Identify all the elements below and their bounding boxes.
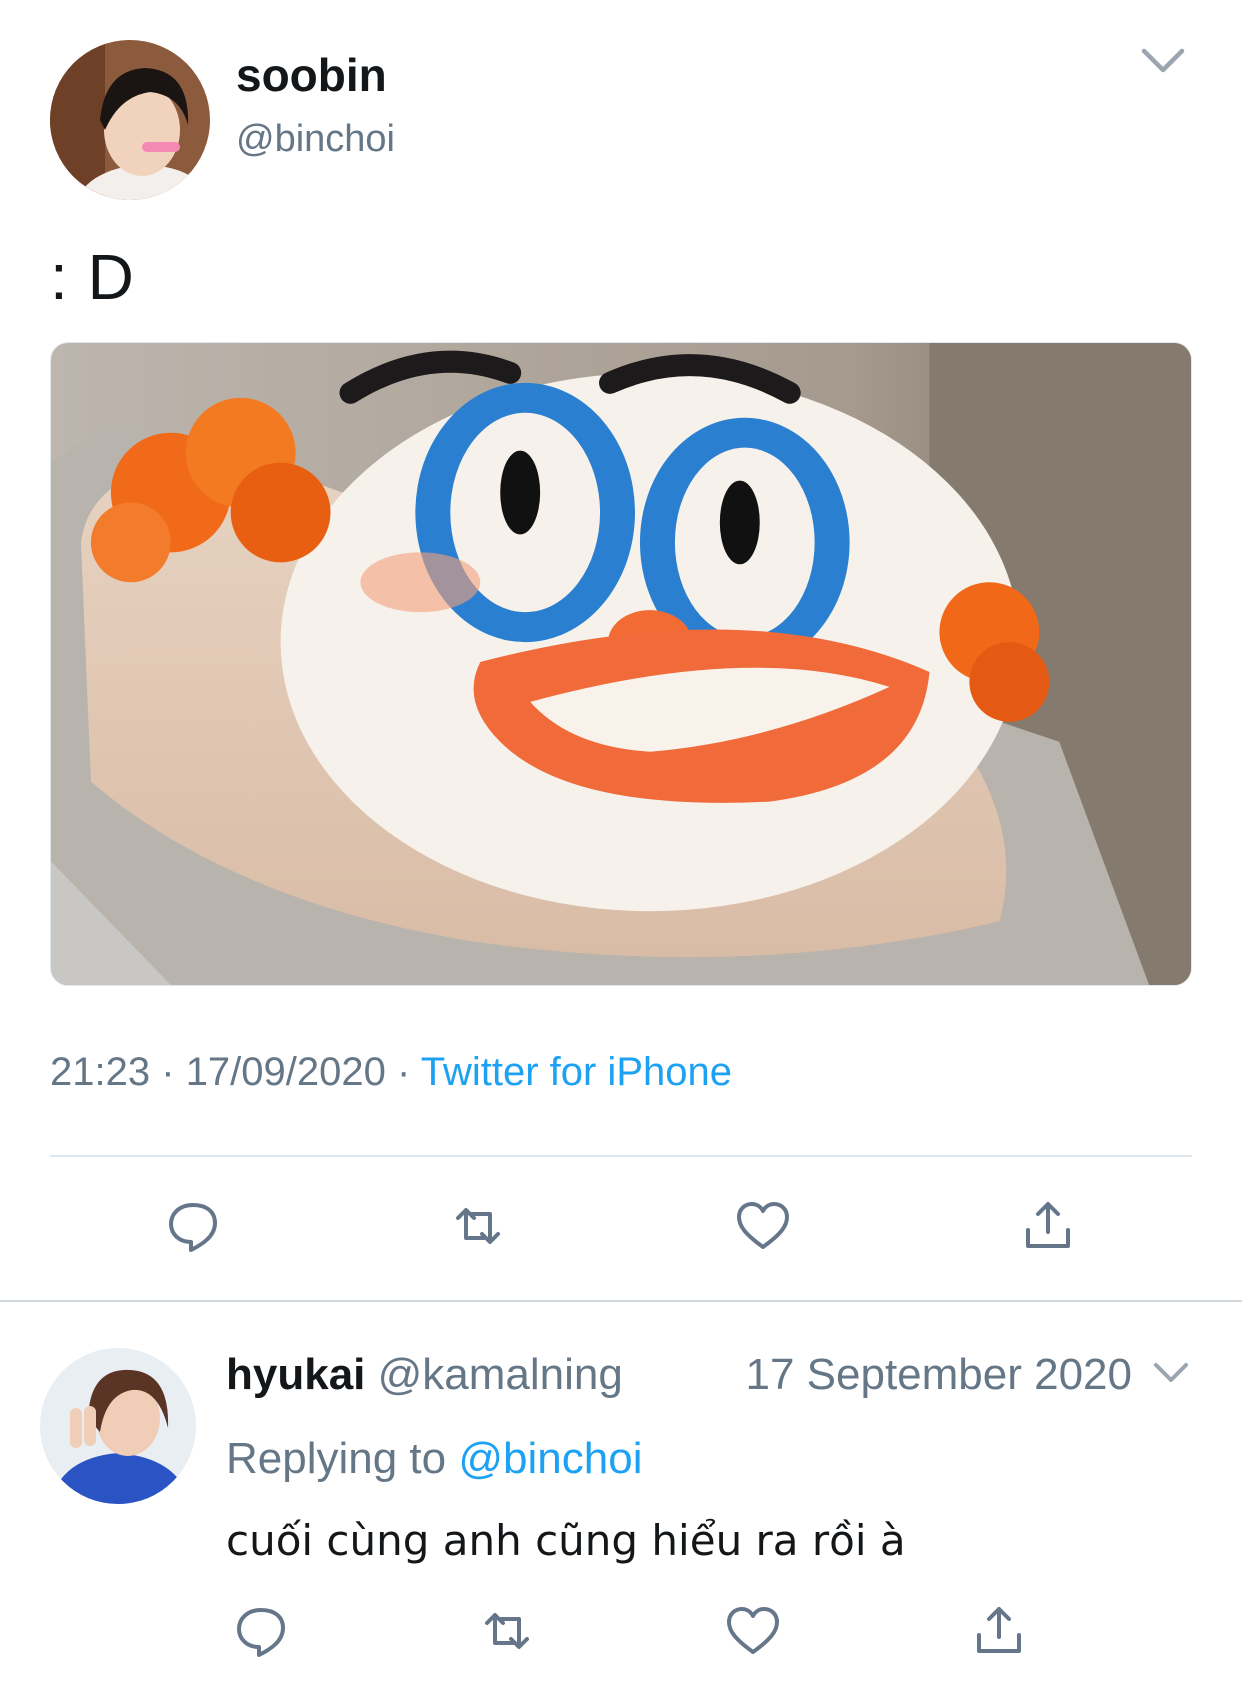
- tweet-date: 17/09/2020: [185, 1050, 386, 1094]
- divider: [50, 1155, 1192, 1157]
- tweet-meta: 21:23 · 17/09/2020 · Twitter for iPhone: [50, 1050, 732, 1095]
- speech-bubble-icon: [237, 1608, 285, 1657]
- retweet-icon: [485, 1613, 529, 1649]
- tweet-time: 21:23: [50, 1050, 151, 1094]
- author-handle[interactable]: @binchoi: [236, 118, 395, 161]
- reply-author-name[interactable]: hyukai: [226, 1350, 365, 1399]
- section-divider: [0, 1300, 1242, 1302]
- reply-header: hyukai @kamalning: [226, 1350, 623, 1400]
- meta-separator: ·: [161, 1050, 175, 1094]
- avatar-photo: [40, 1348, 196, 1504]
- reply-date: 17 September 2020: [745, 1350, 1132, 1399]
- retweet-button[interactable]: [472, 1596, 542, 1666]
- like-button[interactable]: [718, 1596, 788, 1666]
- heart-icon: [727, 1607, 779, 1654]
- share-button[interactable]: [1013, 1191, 1083, 1261]
- speech-bubble-icon: [169, 1203, 217, 1252]
- reply-author-handle[interactable]: @kamalning: [378, 1350, 623, 1399]
- heart-icon: [737, 1202, 789, 1249]
- reply-author-avatar[interactable]: [40, 1348, 196, 1504]
- avatar-photo: [50, 40, 210, 200]
- replying-to-label: Replying to: [226, 1434, 447, 1483]
- reply-text: cuối cùng anh cũng hiểu ra rồi à: [226, 1516, 906, 1565]
- share-icon: [977, 1607, 1021, 1653]
- retweet-icon: [456, 1208, 500, 1244]
- share-icon: [1026, 1202, 1070, 1248]
- replying-to: Replying to @binchoi: [226, 1434, 642, 1484]
- reply-button[interactable]: [158, 1191, 228, 1261]
- clown-cake-image: [51, 343, 1191, 985]
- chevron-down-icon[interactable]: [1140, 46, 1186, 76]
- replying-to-mention[interactable]: @binchoi: [458, 1434, 642, 1483]
- author-avatar[interactable]: [50, 40, 210, 200]
- like-button[interactable]: [728, 1191, 798, 1261]
- retweet-button[interactable]: [443, 1191, 513, 1261]
- author-name[interactable]: soobin: [236, 48, 387, 102]
- chevron-down-icon[interactable]: [1152, 1360, 1190, 1386]
- tweet-source-link[interactable]: Twitter for iPhone: [421, 1050, 732, 1094]
- reply-button[interactable]: [226, 1596, 296, 1666]
- tweet-text: : D: [50, 241, 135, 313]
- share-button[interactable]: [964, 1596, 1034, 1666]
- tweet-photo[interactable]: [50, 342, 1192, 986]
- meta-separator: ·: [397, 1050, 411, 1094]
